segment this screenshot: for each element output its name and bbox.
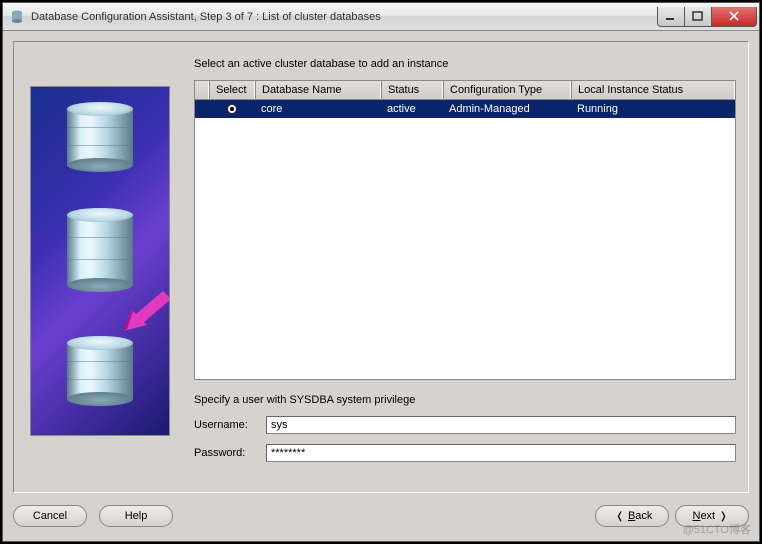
titlebar[interactable]: Database Configuration Assistant, Step 3… bbox=[3, 3, 759, 31]
password-label: Password: bbox=[194, 447, 266, 459]
username-row: Username: bbox=[194, 416, 736, 434]
window-title: Database Configuration Assistant, Step 3… bbox=[31, 11, 658, 23]
privilege-label: Specify a user with SYSDBA system privil… bbox=[194, 394, 736, 406]
password-row: Password: bbox=[194, 444, 736, 462]
cell-conf: Admin-Managed bbox=[443, 101, 571, 117]
username-label: Username: bbox=[194, 419, 266, 431]
table-header: Select Database Name Status Configuratio… bbox=[195, 81, 735, 100]
col-name-header[interactable]: Database Name bbox=[255, 81, 381, 99]
cell-local: Running bbox=[571, 101, 735, 117]
col-select-header[interactable]: Select bbox=[209, 81, 255, 99]
arrow-icon bbox=[123, 287, 170, 335]
next-arrow-icon: ❭ bbox=[719, 511, 727, 522]
app-icon bbox=[9, 9, 25, 25]
database-table[interactable]: Select Database Name Status Configuratio… bbox=[194, 80, 736, 380]
window-controls bbox=[658, 7, 757, 27]
client-area: Select an active cluster database to add… bbox=[3, 31, 759, 541]
content-area: Select an active cluster database to add… bbox=[194, 58, 736, 482]
help-button[interactable]: Help bbox=[99, 505, 173, 527]
password-input[interactable] bbox=[266, 444, 736, 462]
close-button[interactable] bbox=[711, 7, 757, 27]
col-local-header[interactable]: Local Instance Status bbox=[571, 81, 735, 99]
watermark: @51CTO博客 bbox=[683, 521, 751, 537]
app-window: Database Configuration Assistant, Step 3… bbox=[2, 2, 760, 542]
col-conf-header[interactable]: Configuration Type bbox=[443, 81, 571, 99]
wizard-graphic bbox=[30, 86, 170, 436]
button-bar: Cancel Help ❬Back Next❭ bbox=[13, 501, 749, 531]
maximize-button[interactable] bbox=[684, 7, 712, 27]
username-input[interactable] bbox=[266, 416, 736, 434]
col-blank bbox=[195, 81, 209, 99]
table-row[interactable]: core active Admin-Managed Running bbox=[195, 100, 735, 118]
minimize-button[interactable] bbox=[657, 7, 685, 27]
cell-status: active bbox=[381, 101, 443, 117]
row-radio[interactable] bbox=[209, 102, 255, 116]
cancel-button[interactable]: Cancel bbox=[13, 505, 87, 527]
instruction-text: Select an active cluster database to add… bbox=[194, 58, 736, 70]
back-button[interactable]: ❬Back bbox=[595, 505, 669, 527]
col-status-header[interactable]: Status bbox=[381, 81, 443, 99]
main-panel: Select an active cluster database to add… bbox=[13, 41, 749, 493]
cell-name: core bbox=[255, 101, 381, 117]
back-arrow-icon: ❬ bbox=[616, 511, 624, 522]
